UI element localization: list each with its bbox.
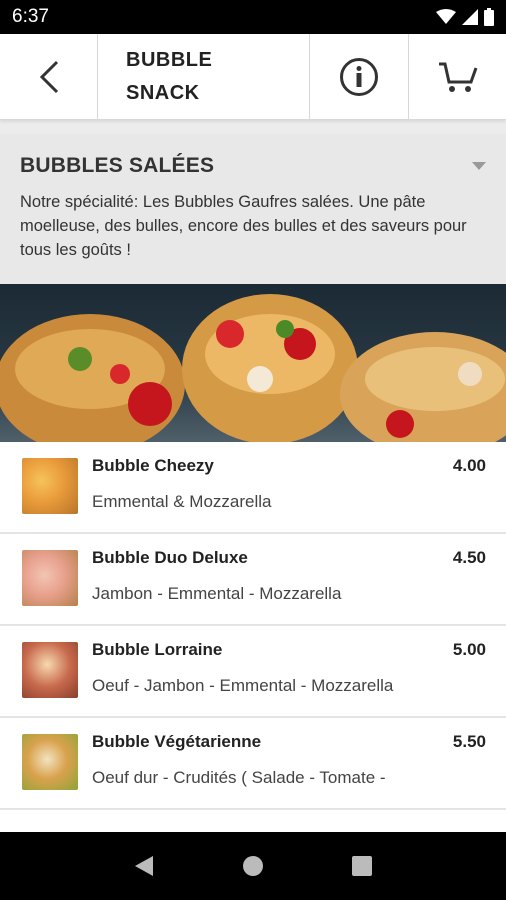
info-icon: [340, 57, 378, 96]
item-name: Bubble Cheezy: [92, 456, 214, 475]
signal-icon: [462, 9, 478, 25]
item-price: 4.50: [452, 548, 486, 567]
nav-recents-icon[interactable]: [351, 855, 373, 877]
item-price: 5.00: [452, 640, 486, 659]
menu-item[interactable]: Bubble Lorraine 5.00 Oeuf - Jambon - Emm…: [0, 626, 506, 718]
info-button[interactable]: [310, 34, 409, 119]
item-name: Bubble Lorraine: [92, 640, 223, 659]
chevron-left-icon: [39, 60, 58, 93]
item-description: Oeuf - Jambon - Emmental - Mozzarella: [92, 676, 394, 695]
wifi-icon: [436, 9, 456, 24]
page-title: BUBBLE SNACK: [126, 48, 213, 104]
status-time: 6:37: [12, 6, 49, 27]
item-description: Oeuf dur - Crudités ( Salade - Tomate -: [92, 768, 386, 787]
nav-back-icon[interactable]: [133, 854, 155, 878]
category-description: Notre spécialité: Les Bubbles Gaufres sa…: [20, 193, 467, 259]
menu-item[interactable]: Bubble Cheezy 4.00 Emmental & Mozzarella: [0, 442, 506, 534]
status-icons: [436, 8, 494, 26]
category-section[interactable]: BUBBLES SALÉES Notre spécialité: Les Bub…: [0, 134, 506, 284]
item-name: Bubble Végétarienne: [92, 732, 262, 751]
app-header: BUBBLE SNACK: [0, 34, 506, 120]
menu-item[interactable]: Bubble Duo Deluxe 4.50 Jambon - Emmental…: [0, 534, 506, 626]
status-bar: 6:37: [0, 0, 506, 34]
battery-icon: [484, 8, 494, 26]
nav-home-icon[interactable]: [241, 854, 265, 878]
item-description: Jambon - Emmental - Mozzarella: [92, 584, 342, 603]
cart-button[interactable]: [409, 34, 506, 119]
item-price: 5.50: [452, 732, 486, 751]
header-title: BUBBLE SNACK: [98, 34, 310, 119]
category-title: BUBBLES SALÉES: [20, 154, 215, 177]
item-thumbnail: [22, 550, 78, 606]
menu-item[interactable]: Bubble Végétarienne 5.50 Oeuf dur - Crud…: [0, 718, 506, 810]
item-description: Emmental & Mozzarella: [92, 492, 272, 511]
item-thumbnail: [22, 734, 78, 790]
menu-list: Bubble Cheezy 4.00 Emmental & Mozzarella…: [0, 442, 506, 832]
item-thumbnail: [22, 458, 78, 514]
system-nav-bar: [0, 832, 506, 900]
cart-icon: [438, 62, 477, 92]
item-thumbnail: [22, 642, 78, 698]
item-name: Bubble Duo Deluxe: [92, 548, 248, 567]
category-banner-image: [0, 284, 506, 442]
dropdown-arrow-icon[interactable]: [472, 162, 486, 170]
back-button[interactable]: [0, 34, 98, 119]
item-price: 4.00: [452, 456, 486, 475]
